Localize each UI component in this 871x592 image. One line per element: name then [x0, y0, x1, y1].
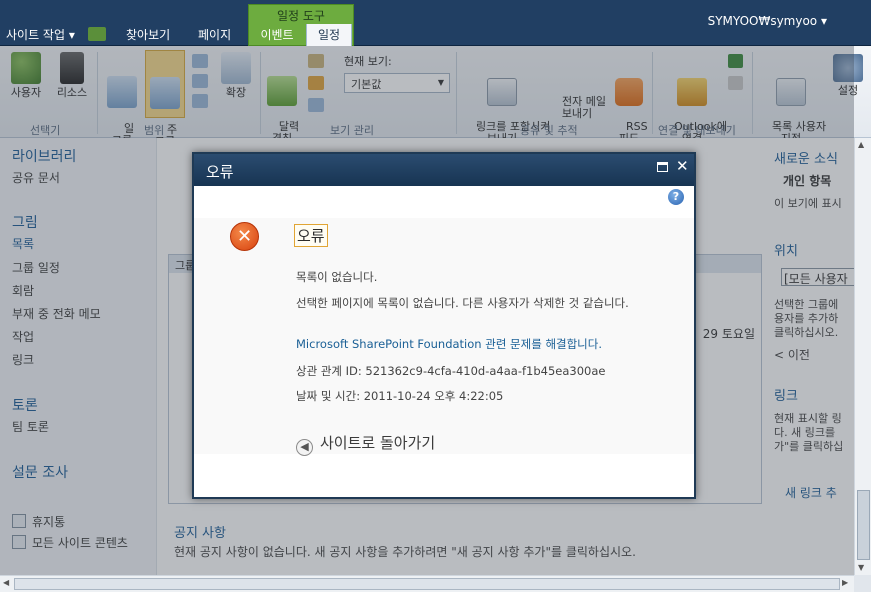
scroll-down-icon[interactable]: ▼: [858, 563, 864, 572]
error-message: 목록이 없습니다.: [296, 270, 378, 284]
dialog-body: ✕ 오류 목록이 없습니다. 선택한 페이지에 목록이 없습니다. 다른 사용자…: [194, 218, 694, 456]
tab-browse[interactable]: 찾아보기: [126, 26, 170, 43]
go-back-label: 사이트로 돌아가기: [320, 434, 436, 452]
correlation-id: 상관 관계 ID: 521362c9-4cfa-410d-a4aa-f1b45e…: [296, 364, 606, 378]
horizontal-scroll-thumb[interactable]: [14, 578, 840, 590]
dialog-toolbar: ?: [194, 186, 694, 218]
error-heading: 오류: [294, 224, 328, 247]
scroll-right-icon[interactable]: ▶: [842, 578, 848, 587]
horizontal-scrollbar[interactable]: ◀ ▶: [0, 575, 854, 592]
vertical-scrollbar[interactable]: ▲ ▼: [854, 138, 871, 576]
vertical-scroll-thumb[interactable]: [857, 490, 870, 560]
scrollbar-corner: [854, 575, 871, 592]
tab-events[interactable]: 이벤트: [252, 24, 302, 46]
close-icon[interactable]: ✕: [676, 157, 689, 175]
calendar-tools-title: 일정 도구: [277, 9, 325, 23]
error-description: 선택한 페이지에 목록이 없습니다. 다른 사용자가 삭제한 것 같습니다.: [296, 296, 629, 310]
user-menu[interactable]: SYMYOO₩symyoo ▾: [708, 14, 827, 28]
tab-page[interactable]: 페이지: [198, 26, 231, 43]
site-actions-menu[interactable]: 사이트 작업 ▾: [6, 26, 75, 43]
troubleshoot-link[interactable]: Microsoft SharePoint Foundation 관련 문제를 해…: [296, 337, 602, 352]
date-time: 날짜 및 시간: 2011-10-24 오후 4:22:05: [296, 389, 504, 403]
maximize-icon[interactable]: [657, 162, 668, 172]
dialog-title-bar: 오류 ✕: [194, 154, 694, 186]
dialog-title: 오류: [206, 163, 234, 181]
back-arrow-icon: ◀: [296, 439, 313, 456]
error-dialog: 오류 ✕ ? ✕ 오류 목록이 없습니다. 선택한 페이지에 목록이 없습니다.…: [192, 152, 696, 499]
tab-calendar[interactable]: 일정: [306, 24, 352, 47]
scroll-left-icon[interactable]: ◀: [3, 578, 9, 587]
error-icon: ✕: [230, 222, 259, 251]
scroll-up-icon[interactable]: ▲: [858, 140, 864, 149]
top-navigation-bar: 사이트 작업 ▾ 찾아보기 페이지 일정 도구 이벤트 일정 SYMYOO₩sy…: [0, 0, 871, 47]
navigate-up-icon[interactable]: [88, 27, 106, 41]
help-icon[interactable]: ?: [668, 189, 684, 205]
go-back-to-site-link[interactable]: ◀ 사이트로 돌아가기: [296, 432, 435, 456]
